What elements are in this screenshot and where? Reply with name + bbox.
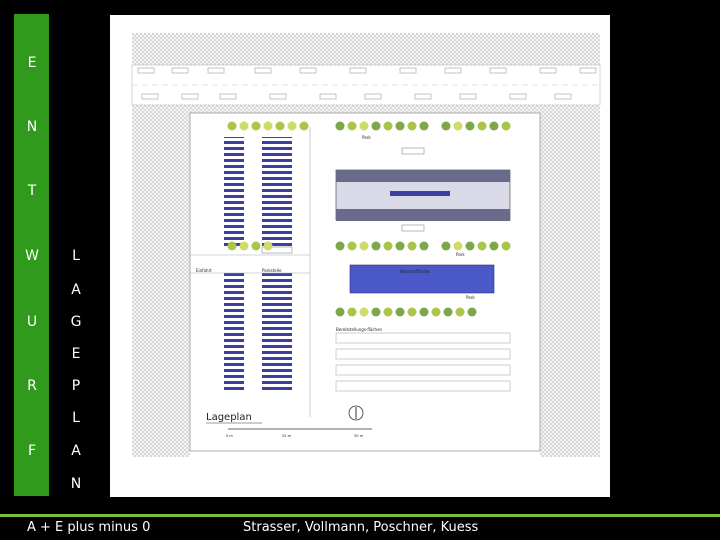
scale-label-50: 50 m [354,434,364,438]
water-label: Wasserfläche [400,269,430,275]
hatched-right-area [540,105,600,457]
plan-title: Lageplan [206,412,252,423]
staging-area-label: Bereitstellungs-flächen [336,327,383,332]
sidebar-letter: G [70,314,82,330]
parking-row [262,137,292,249]
building-roof [336,170,510,182]
sidebar-letter: U [26,314,38,330]
sidebar-letter: E [71,346,81,362]
sidebar-letter: F [27,443,37,459]
sidebar-letter: A [71,443,81,459]
sidebar-letter: W [25,248,39,264]
sidebar-letter: L [72,248,80,264]
hatched-left-area [132,105,190,457]
building-sign [401,224,425,232]
parking-row [224,137,244,249]
park-label-right: Park [456,252,465,257]
footer-authors: Strasser, Vollmann, Poschner, Kuess [243,520,479,535]
building-stripe [390,191,450,196]
site-plan-panel: Park Park Wasserfläche Park Bereitstellu… [110,15,610,497]
sidebar-letter: R [27,378,37,394]
building-roof-lower [336,209,510,221]
sidebar-letter: P [71,378,81,394]
site-plan-drawing: Park Park Wasserfläche Park Bereitstellu… [131,33,601,457]
building-sign [401,147,425,155]
sidebar-letter: N [26,119,38,135]
park-label-mid: Park [466,295,475,300]
sidebar-letter: A [71,282,81,298]
sidebar-letter: T [27,183,37,199]
scale-label-25: 25 m [282,434,292,438]
park-label-top: Park [362,135,371,140]
sidebar-letter: E [27,55,37,71]
parking-row [262,273,292,391]
sidebar-letter: N [70,476,82,492]
footer-project-name: A + E plus minus 0 [27,520,151,535]
sidebar-letter: L [72,410,80,426]
footer-divider [0,514,720,517]
parking-row [224,273,244,391]
scale-label-0: 0 m [226,434,233,438]
entrance-label: Einfahrt [196,268,212,273]
parking-label: Parkstelle [262,268,282,273]
